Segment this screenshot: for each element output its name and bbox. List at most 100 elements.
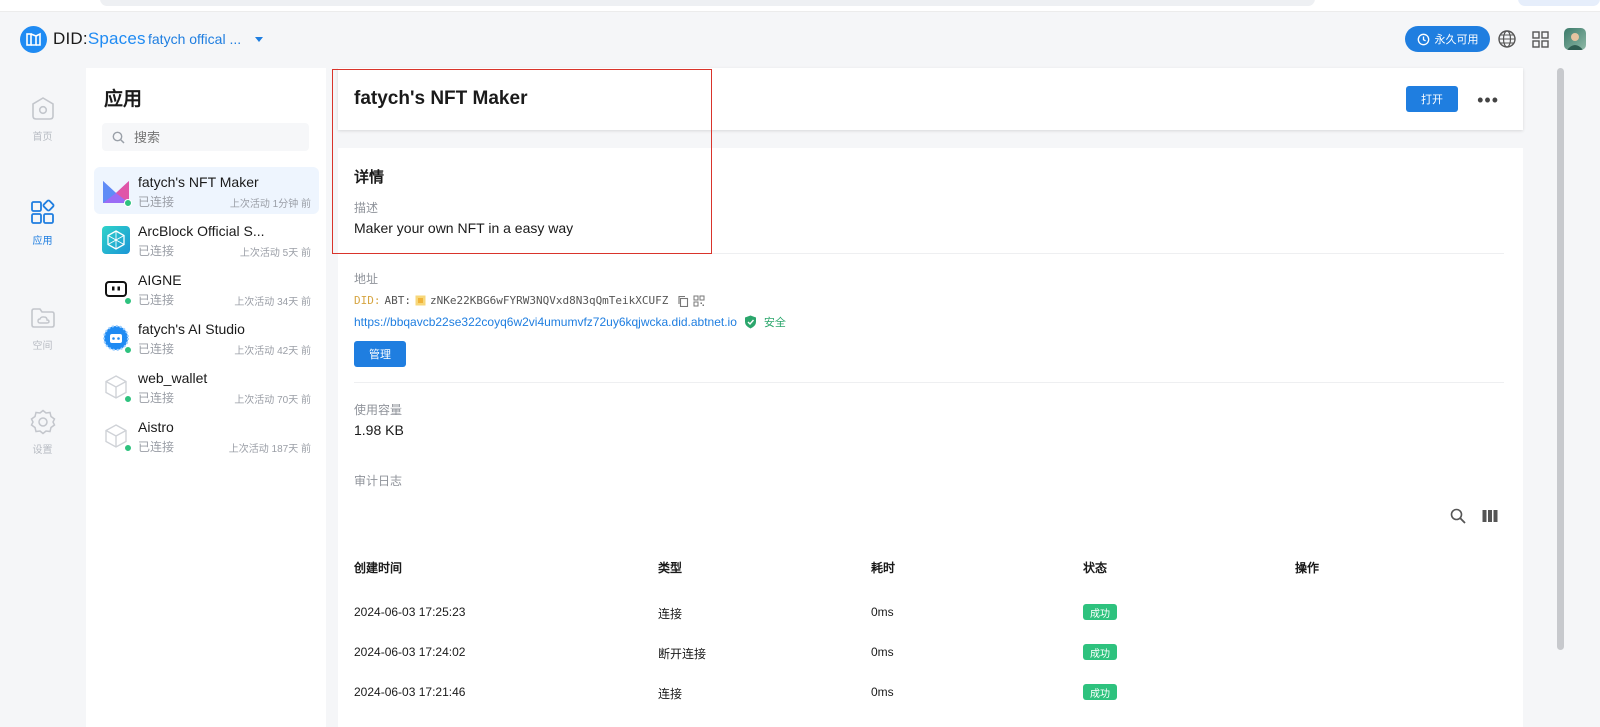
app-name: ArcBlock Official S... [138, 223, 265, 239]
connected-dot [124, 444, 132, 452]
address-label: 地址 [354, 272, 379, 286]
app-list-item[interactable]: ArcBlock Official S... 已连接 上次活动 5天 前 [94, 216, 319, 263]
app-name: fatych's AI Studio [138, 321, 245, 337]
user-avatar[interactable] [1564, 28, 1586, 50]
space-name: fatych offical ... [148, 31, 242, 47]
search-box[interactable] [102, 123, 309, 151]
table-search-icon[interactable] [1448, 506, 1468, 526]
connected-dot [124, 395, 132, 403]
status-badge: 成功 [1083, 684, 1117, 700]
app-status: 已连接 [138, 391, 175, 405]
app-list-item[interactable]: fatych's NFT Maker 已连接 上次活动 1分钟 前 [94, 167, 319, 214]
rail-label-settings: 设置 [32, 445, 53, 456]
panel-title: 应用 [104, 89, 143, 110]
app-name: web_wallet [138, 370, 208, 386]
rail-item-space[interactable]: 空间 [0, 303, 85, 352]
page-title: fatych's NFT Maker [354, 88, 528, 109]
open-button[interactable]: 打开 [1406, 86, 1458, 112]
more-options-icon[interactable]: ••• [1477, 90, 1499, 111]
rail-label-space: 空间 [32, 341, 53, 352]
browser-button-remnant[interactable] [1518, 0, 1600, 6]
did-abt: ABT: [384, 294, 412, 307]
app-list-item[interactable]: web_wallet 已连接 上次活动 70天 前 [94, 363, 319, 410]
logo-suffix: Spaces [87, 29, 146, 48]
did-avatar-icon [415, 295, 426, 306]
column-header-actions[interactable]: 操作 [1295, 559, 1319, 576]
columns-icon[interactable] [1480, 506, 1500, 526]
apps-grid-icon[interactable] [1529, 28, 1551, 50]
app-last-active: 上次活动 42天 前 [234, 346, 311, 357]
logo-prefix: DID: [53, 29, 88, 48]
usage-label: 使用容量 [354, 403, 403, 417]
app-list-item[interactable]: fatych's AI Studio 已连接 上次活动 42天 前 [94, 314, 319, 361]
vertical-scrollbar[interactable] [1557, 68, 1564, 650]
divider [354, 382, 1504, 383]
app-last-active: 上次活动 1分钟 前 [229, 199, 311, 210]
did-spaces-logo-icon[interactable] [20, 26, 47, 53]
cell-type: 连接 [658, 687, 683, 701]
permanent-label: 永久可用 [1434, 34, 1479, 46]
space-selector[interactable]: fatych offical ... [148, 31, 264, 47]
app-title-card: fatych's NFT Maker 打开 ••• [338, 68, 1523, 130]
usage-value: 1.98 KB [354, 422, 404, 438]
cell-created-time: 2024-06-03 17:24:02 [354, 645, 466, 659]
folder-cloud-icon [28, 303, 58, 333]
divider [354, 253, 1504, 254]
cell-duration: 0ms [871, 685, 894, 699]
app-name: AIGNE [138, 272, 182, 288]
cell-created-time: 2024-06-03 17:25:23 [354, 605, 466, 619]
safe-label: 安全 [763, 317, 786, 329]
logo-text[interactable]: DID:Spaces [53, 29, 146, 49]
cell-created-time: 2024-06-03 17:21:46 [354, 685, 466, 699]
home-icon [28, 94, 58, 124]
column-header-duration[interactable]: 耗时 [871, 559, 895, 576]
app-status: 已连接 [138, 244, 175, 258]
connected-dot [124, 199, 132, 207]
app-status: 已连接 [138, 342, 175, 356]
app-last-active: 上次活动 5天 前 [239, 248, 311, 259]
left-rail: 首页 应用 空间 设置 [0, 66, 85, 727]
apps-icon [28, 198, 58, 228]
column-header-created-time[interactable]: 创建时间 [354, 559, 402, 576]
app-list-item[interactable]: AIGNE 已连接 上次活动 34天 前 [94, 265, 319, 312]
search-input[interactable] [134, 129, 294, 145]
details-card: 详情 描述 Maker your own NFT in a easy way 地… [338, 148, 1523, 727]
address-bar-remnant[interactable] [100, 0, 1315, 6]
app-name: Aistro [138, 419, 174, 435]
app-last-active: 上次活动 34天 前 [234, 297, 311, 308]
rail-label-home: 首页 [32, 132, 53, 143]
app-last-active: 上次活动 70天 前 [234, 395, 311, 406]
details-title: 详情 [354, 169, 385, 186]
browser-chrome-strip [0, 0, 1600, 12]
caret-down-icon [255, 36, 264, 42]
copy-icon[interactable] [677, 295, 689, 307]
app-list-item[interactable]: Aistro 已连接 上次活动 187天 前 [94, 412, 319, 459]
status-badge: 成功 [1083, 604, 1117, 620]
shield-check-icon [744, 315, 756, 329]
description-value: Maker your own NFT in a easy way [354, 220, 574, 236]
qrcode-icon[interactable] [693, 295, 705, 307]
rail-item-settings[interactable]: 设置 [0, 407, 85, 456]
column-header-type[interactable]: 类型 [658, 559, 682, 576]
rail-item-apps[interactable]: 应用 [0, 198, 85, 247]
app-status: 已连接 [138, 293, 175, 307]
connected-dot [124, 297, 132, 305]
globe-icon[interactable] [1496, 28, 1518, 50]
column-header-status[interactable]: 状态 [1083, 559, 1107, 576]
cell-type: 连接 [658, 607, 683, 621]
rail-label-apps: 应用 [32, 236, 53, 247]
connected-dot [124, 346, 132, 354]
permanent-available-button[interactable]: 永久可用 [1405, 26, 1490, 52]
top-header: DID:Spaces fatych offical ... 永久可用 [0, 12, 1600, 66]
manage-button[interactable]: 管理 [354, 341, 406, 367]
did-value[interactable]: zNKe22KBG6wFYRW3NQVxd8N3qQmTeikXCUFZ [430, 294, 668, 307]
did-prefix: DID: [354, 294, 381, 307]
app-url-link[interactable]: https://bbqavcb22se322coyq6w2vi4umumvfz7… [354, 315, 737, 329]
app-last-active: 上次活动 187天 前 [228, 444, 311, 455]
status-badge: 成功 [1083, 644, 1117, 660]
rail-item-home[interactable]: 首页 [0, 94, 85, 143]
main-content: fatych's NFT Maker 打开 ••• 详情 描述 Maker yo… [330, 68, 1525, 727]
did-address: DID: ABT: zNKe22KBG6wFYRW3NQVxd8N3qQmTeik… [354, 294, 705, 307]
audit-log-label: 审计日志 [354, 474, 403, 488]
arcblock-app-icon [102, 226, 130, 254]
